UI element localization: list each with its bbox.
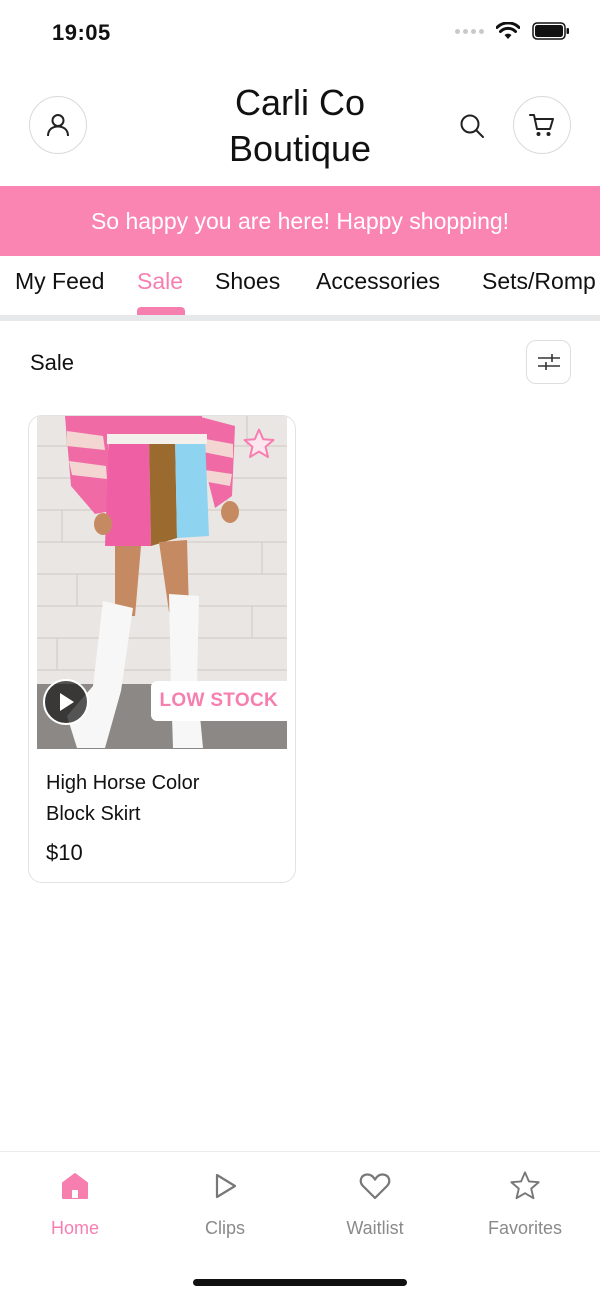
nav-waitlist-label: Waitlist [346, 1218, 404, 1238]
tab-sets-rompers[interactable]: Sets/Romp [482, 268, 596, 295]
status-bar: 19:05 [0, 0, 600, 66]
user-icon [47, 114, 69, 137]
banner-text: So happy you are here! Happy shopping! [90, 207, 510, 234]
tabs-divider [0, 315, 600, 321]
brand-title-line2: Boutique [228, 128, 372, 169]
nav-favorites[interactable]: Favorites [450, 1168, 600, 1239]
nav-favorites-label: Favorites [487, 1218, 563, 1238]
play-icon [60, 693, 74, 711]
bottom-nav: Home Clips Waitlist Favorites [0, 1151, 600, 1299]
nav-clips-label: Clips [204, 1218, 245, 1238]
wifi-icon [496, 22, 520, 39]
status-icons [455, 22, 570, 40]
brand-title-line1: Carli Co [234, 82, 366, 123]
favorite-button[interactable] [241, 426, 277, 462]
category-tabs: My Feed Sale Shoes Accessories Sets/Romp [0, 256, 600, 318]
tab-accessories[interactable]: Accessories [316, 268, 440, 295]
cart-button[interactable] [513, 96, 571, 154]
filter-button[interactable] [526, 340, 571, 384]
app-header: Carli Co Boutique [0, 66, 600, 186]
profile-button[interactable] [29, 96, 87, 154]
brand-title: Carli Co Boutique [180, 80, 420, 172]
nav-home[interactable]: Home [0, 1168, 150, 1239]
welcome-banner: So happy you are here! Happy shopping! [0, 186, 600, 256]
star-icon [510, 1171, 540, 1200]
search-button[interactable] [452, 106, 492, 146]
heart-icon [359, 1173, 391, 1200]
search-icon [460, 114, 484, 138]
status-time: 19:05 [52, 20, 111, 45]
home-icon [62, 1173, 88, 1199]
sliders-icon [537, 354, 560, 370]
battery-icon [532, 22, 569, 40]
product-name[interactable]: High Horse Color Block Skirt [46, 768, 246, 830]
tab-shoes[interactable]: Shoes [215, 268, 280, 295]
cart-icon [529, 114, 554, 136]
star-icon [243, 428, 275, 458]
home-indicator [193, 1279, 407, 1286]
product-card[interactable]: LOW STOCK High Horse Color Block Skirt $… [28, 415, 296, 883]
tab-my-feed[interactable]: My Feed [15, 268, 104, 295]
low-stock-badge: LOW STOCK [150, 681, 287, 721]
play-video-button[interactable] [43, 679, 89, 725]
nav-home-label: Home [50, 1218, 99, 1238]
active-tab-indicator [137, 307, 185, 315]
product-price: $10 [46, 840, 83, 865]
play-icon [215, 1173, 237, 1199]
section-title: Sale [30, 350, 75, 375]
nav-waitlist[interactable]: Waitlist [300, 1168, 450, 1239]
signal-icon [455, 28, 484, 34]
nav-clips[interactable]: Clips [150, 1168, 300, 1239]
product-image[interactable]: LOW STOCK [37, 416, 287, 749]
tab-sale[interactable]: Sale [137, 268, 183, 295]
